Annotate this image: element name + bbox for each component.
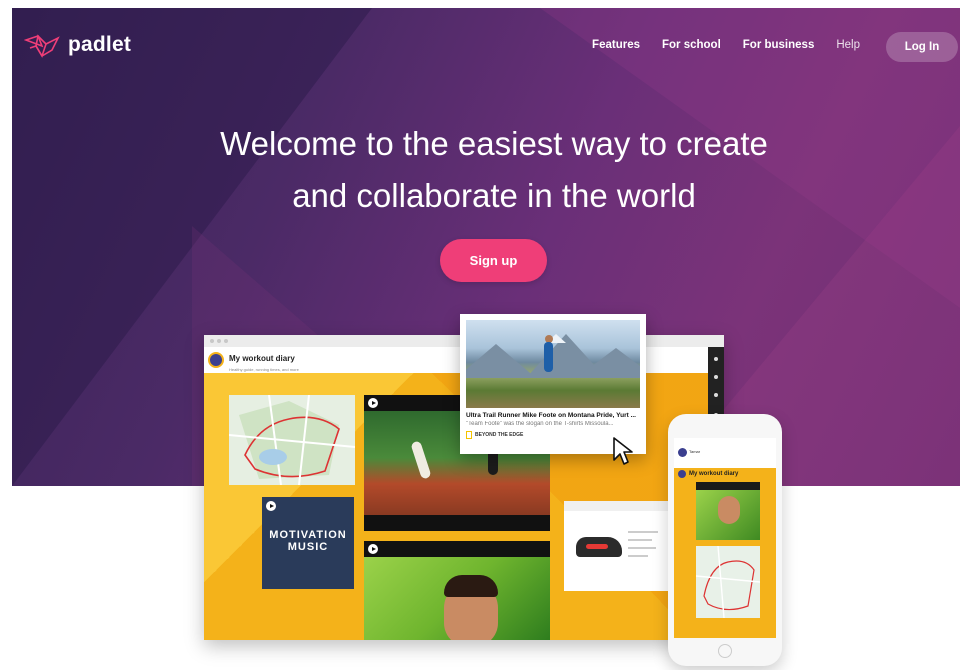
article-photo xyxy=(466,320,640,408)
phone-board-title-text: My workout diary xyxy=(689,471,739,477)
phone-header: Tamar xyxy=(674,444,776,468)
video-thumbnail xyxy=(364,557,550,640)
board-subtitle: Healthy guide, running times, and more xyxy=(229,367,299,372)
avatar xyxy=(678,448,687,457)
article-card[interactable]: Ultra Trail Runner Mike Foote on Montana… xyxy=(460,314,646,454)
nav-link-help[interactable]: Help xyxy=(836,39,860,51)
video-card xyxy=(364,541,550,640)
article-source-label: BEYOND THE EDGE xyxy=(475,432,524,438)
music-card: MOTIVATION MUSIC xyxy=(262,497,354,589)
board-title: My workout diary xyxy=(229,354,295,363)
play-icon[interactable] xyxy=(266,501,276,511)
top-navbar: padlet Features For school For business … xyxy=(12,8,960,78)
phone-home-button xyxy=(718,644,732,658)
login-button[interactable]: Log In xyxy=(886,32,958,62)
nav-links: Features For school For business Help xyxy=(592,39,860,51)
map-card xyxy=(695,545,761,619)
signup-button[interactable]: Sign up xyxy=(440,239,547,282)
music-card-text: MOTIVATION MUSIC xyxy=(269,529,347,553)
phone-preview: Tamar My workout diary xyxy=(668,414,782,666)
padlet-logo-icon xyxy=(24,34,60,58)
map-icon xyxy=(229,395,355,485)
logo-text: padlet xyxy=(68,33,132,56)
cursor-icon xyxy=(613,437,633,465)
nav-link-for-business[interactable]: For business xyxy=(743,39,815,51)
national-geographic-icon xyxy=(466,431,472,439)
article-title: Ultra Trail Runner Mike Foote on Montana… xyxy=(466,412,636,419)
phone-board-title: My workout diary xyxy=(678,470,738,478)
phone-board: My workout diary xyxy=(674,468,776,638)
phone-user-name: Tamar xyxy=(689,449,701,454)
article-snippet: "Team Foote" was the slogan on the T-shi… xyxy=(466,421,614,427)
map-card xyxy=(229,395,355,485)
nav-link-features[interactable]: Features xyxy=(592,39,640,51)
padlet-logo[interactable]: padlet xyxy=(24,32,131,58)
play-icon[interactable] xyxy=(368,398,378,408)
hero-headline-line1: Welcome to the easiest way to create xyxy=(220,125,768,162)
hero-headline: Welcome to the easiest way to create and… xyxy=(0,118,960,222)
shoe-card xyxy=(564,501,668,591)
nav-link-for-school[interactable]: For school xyxy=(662,39,721,51)
hero-headline-line2: and collaborate in the world xyxy=(292,177,696,214)
phone-screen: Tamar My workout diary xyxy=(674,438,776,638)
play-icon[interactable] xyxy=(368,544,378,554)
video-card xyxy=(696,482,760,540)
avatar xyxy=(208,352,224,368)
